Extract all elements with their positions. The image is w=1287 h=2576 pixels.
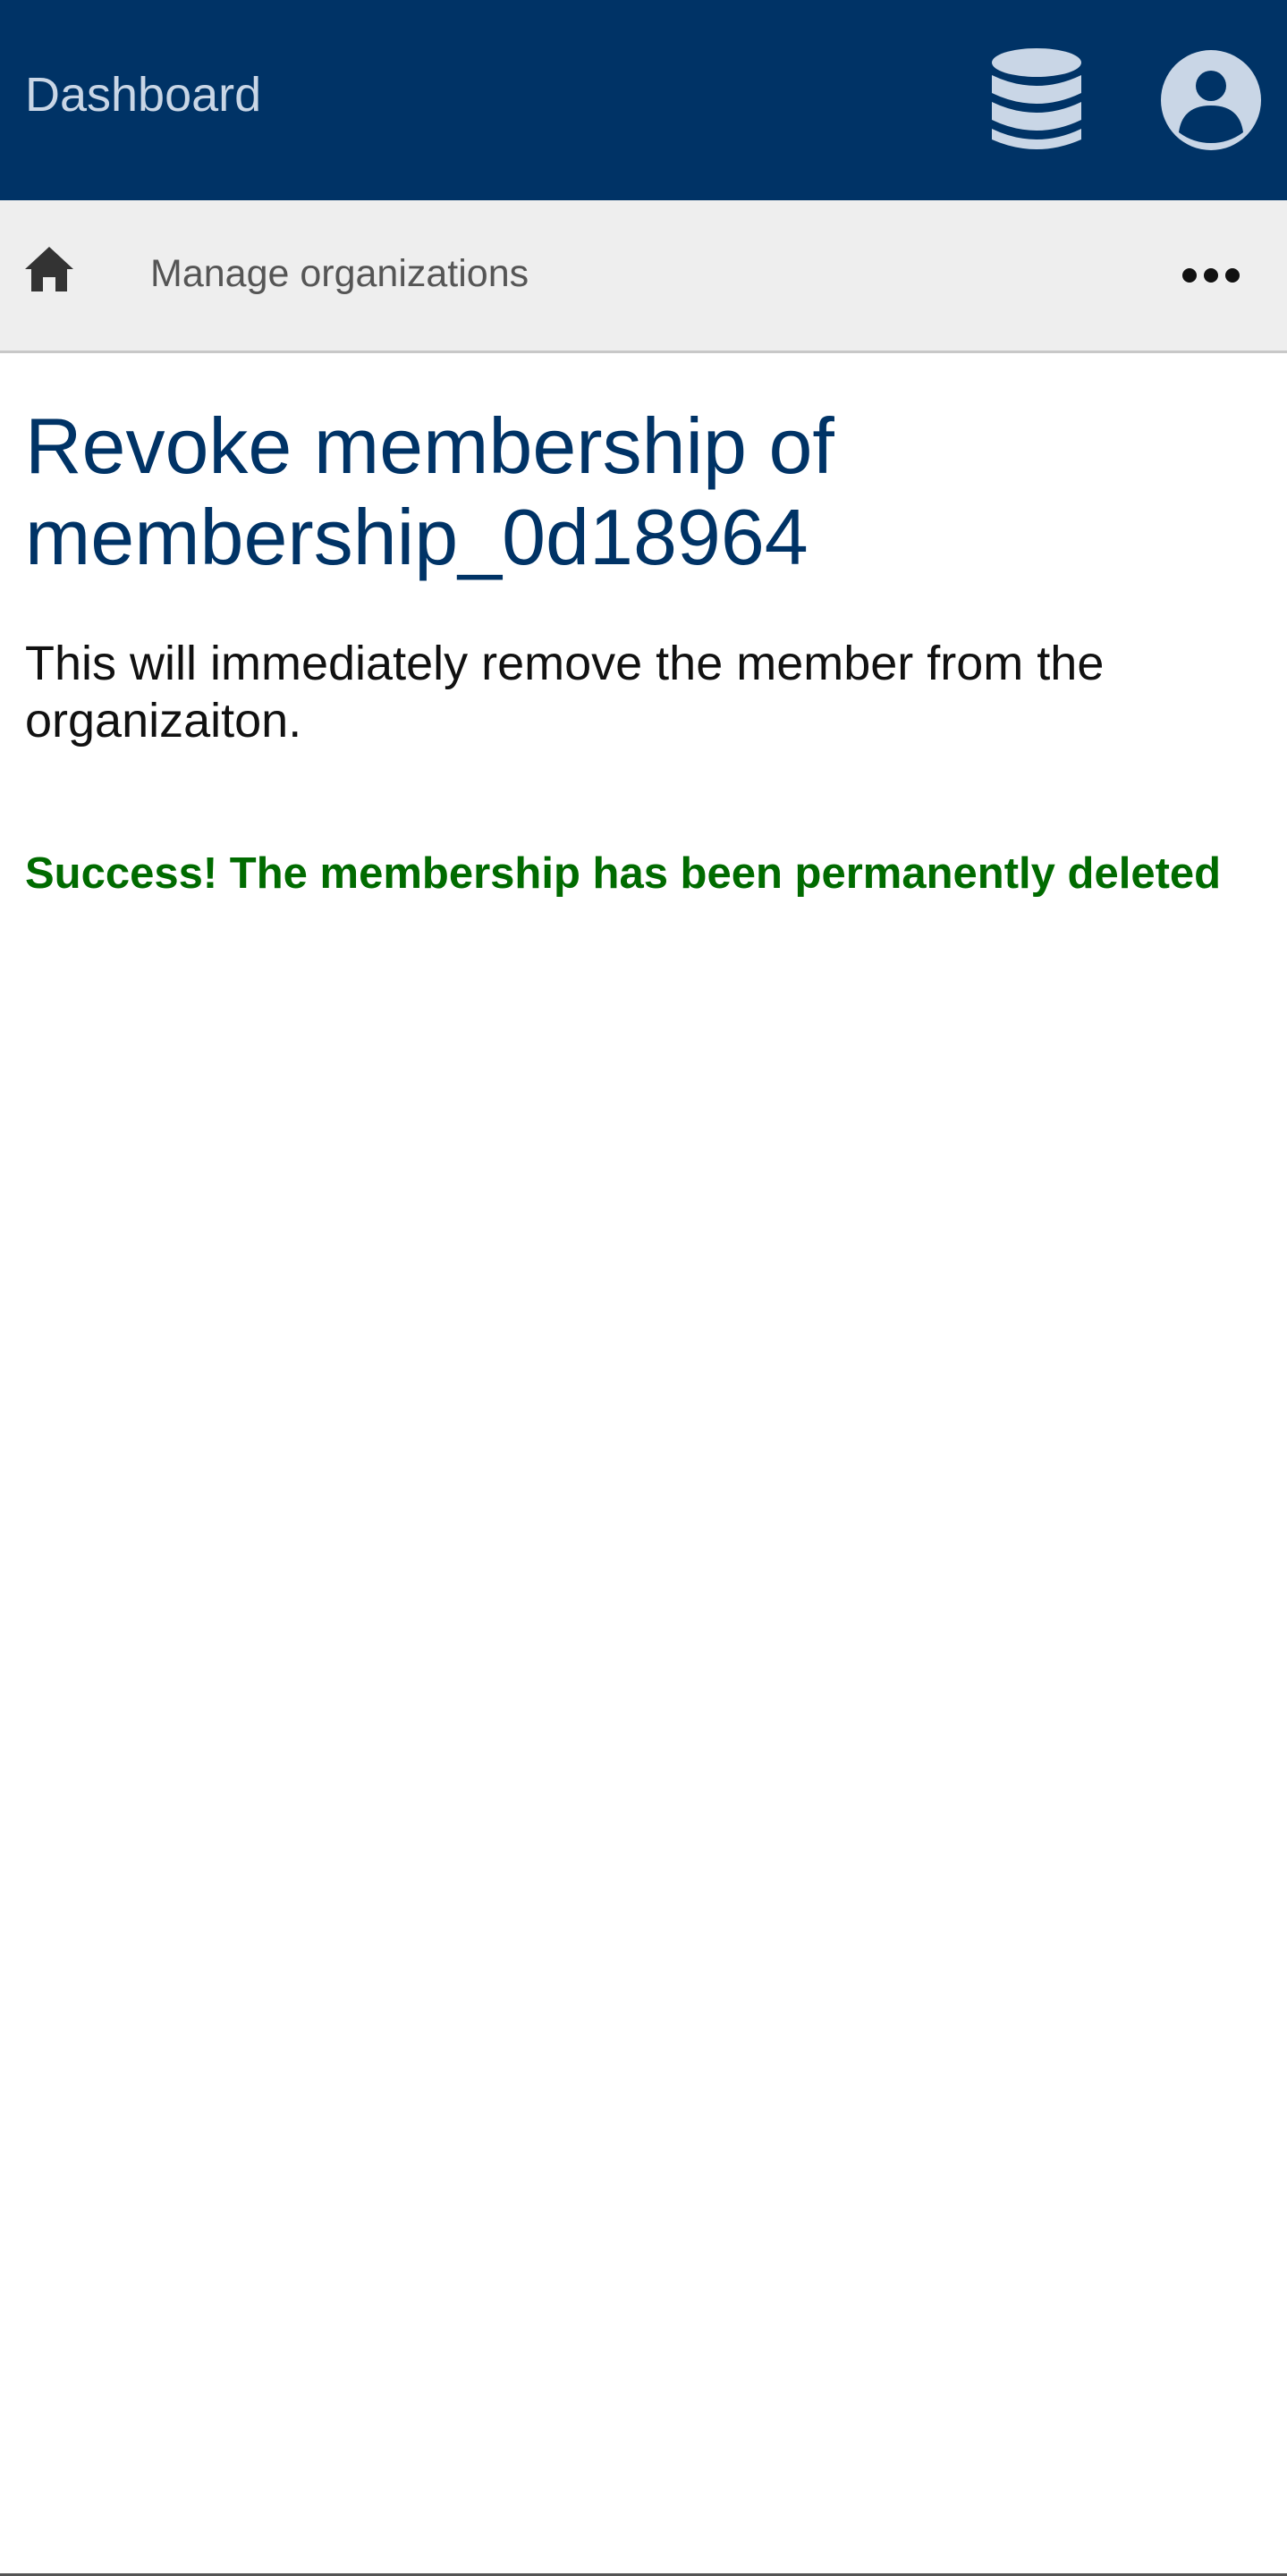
dashboard-link[interactable]: Dashboard [25,68,261,122]
top-navbar: Dashboard [0,0,1287,200]
main-content: Revoke membership of membership_0d18964 … [25,401,1268,899]
home-icon [25,247,73,291]
page-description: This will immediately remove the member … [25,637,1105,747]
more-options-button[interactable] [1181,259,1241,291]
more-horizontal-icon [1182,268,1240,283]
page-title: Revoke membership of membership_0d18964 [25,401,834,581]
breadcrumb-manage-organizations[interactable]: Manage organizations [150,251,529,296]
database-icon [992,48,1081,149]
user-account-icon [1161,50,1261,150]
database-button[interactable] [988,46,1085,154]
user-account-button[interactable] [1161,50,1261,150]
success-message: Success! The membership has been permane… [25,849,1222,898]
home-button[interactable] [23,245,75,293]
